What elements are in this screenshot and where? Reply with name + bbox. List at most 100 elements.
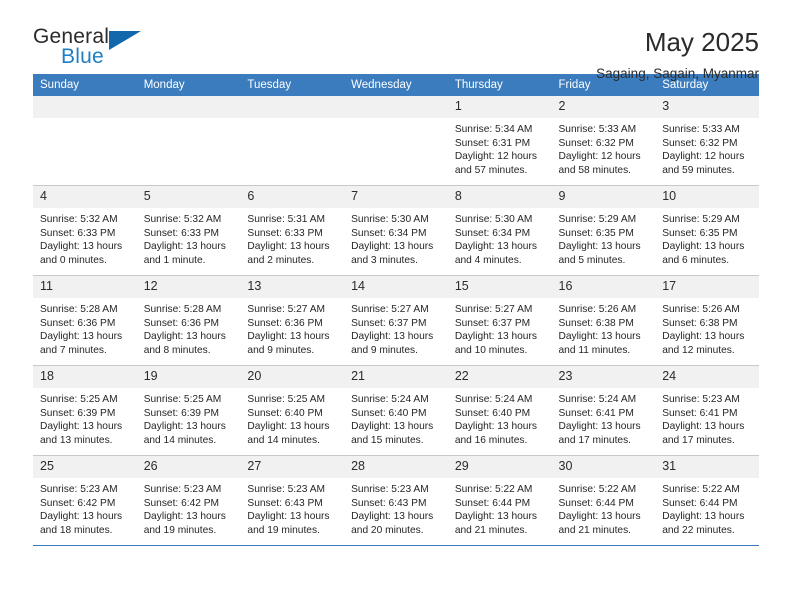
sunrise-text: Sunrise: 5:26 AM: [558, 304, 637, 315]
calendar-day-cell[interactable]: 2 Sunrise: 5:33 AM Sunset: 6:32 PM Daylight…: [551, 96, 656, 186]
calendar-day-cell[interactable]: 4 Sunrise: 5:32 AM Sunset: 6:33 PM Daylight…: [33, 185, 137, 276]
calendar-day-cell[interactable]: 8 Sunrise: 5:30 AM Sunset: 6:34 PM Daylight…: [447, 185, 552, 276]
calendar-table: Sunday Monday Tuesday Wednesday Thursday…: [33, 74, 759, 546]
daylight-text-line2: and 58 minutes.: [558, 164, 632, 176]
daylight-text-line2: and 17 minutes.: [558, 434, 632, 446]
day-cell-inner: [240, 96, 345, 185]
daylight-text-line1: Daylight: 13 hours: [351, 241, 434, 253]
day-cell-inner: 23 Sunrise: 5:24 AM Sunset: 6:41 PM Dayligh…: [551, 366, 656, 455]
day-number: 13: [240, 276, 345, 298]
calendar-day-cell[interactable]: 1 Sunrise: 5:34 AM Sunset: 6:31 PM Daylight…: [447, 96, 552, 186]
weekday-header-thursday: Thursday: [447, 74, 552, 96]
sunrise-text: Sunrise: 5:23 AM: [247, 484, 325, 495]
day-number: 19: [136, 366, 241, 388]
weekday-header-wednesday: Wednesday: [344, 74, 448, 96]
daylight-text-line2: and 0 minutes.: [40, 254, 107, 266]
daylight-text-line2: and 21 minutes.: [558, 524, 632, 536]
day-info: Sunrise: 5:22 AM Sunset: 6:44 PM Daylight:…: [552, 478, 656, 537]
sunset-text: Sunset: 6:31 PM: [454, 137, 531, 149]
day-number: 25: [33, 456, 137, 478]
calendar-day-cell[interactable]: 3 Sunrise: 5:33 AM Sunset: 6:32 PM Daylight…: [655, 96, 759, 186]
brand-logo[interactable]: General Blue: [33, 26, 153, 72]
calendar-day-cell[interactable]: 16 Sunrise: 5:26 AM Sunset: 6:38 PM Dayligh…: [551, 275, 656, 366]
day-cell-inner: [344, 96, 448, 185]
calendar-day-cell[interactable]: 9 Sunrise: 5:29 AM Sunset: 6:35 PM Daylight…: [551, 185, 656, 276]
calendar-day-cell[interactable]: 18 Sunrise: 5:25 AM Sunset: 6:39 PM Dayligh…: [33, 365, 137, 456]
day-cell-inner: 30 Sunrise: 5:22 AM Sunset: 6:44 PM Dayligh…: [551, 456, 656, 545]
daylight-text-line1: Daylight: 13 hours: [40, 421, 123, 433]
day-cell-inner: 18 Sunrise: 5:25 AM Sunset: 6:39 PM Dayligh…: [33, 366, 137, 455]
day-number: 20: [240, 366, 345, 388]
day-cell-inner: 21 Sunrise: 5:24 AM Sunset: 6:40 PM Dayligh…: [344, 366, 448, 455]
sunrise-text: Sunrise: 5:22 AM: [558, 484, 637, 495]
title-block: May 2025 Sagaing, Sagain, Myanmar: [596, 26, 759, 83]
sunrise-text: Sunrise: 5:34 AM: [454, 124, 533, 135]
day-info: Sunrise: 5:28 AM Sunset: 6:36 PM Daylight:…: [33, 298, 137, 357]
day-number: [344, 96, 448, 118]
daylight-text-line1: Daylight: 13 hours: [143, 331, 226, 343]
daylight-text-line2: and 10 minutes.: [454, 344, 528, 356]
calendar-day-cell[interactable]: 14 Sunrise: 5:27 AM Sunset: 6:37 PM Dayligh…: [344, 275, 448, 366]
day-info: Sunrise: 5:27 AM Sunset: 6:37 PM Daylight:…: [448, 298, 552, 357]
sunset-text: Sunset: 6:40 PM: [454, 407, 531, 419]
daylight-text-line1: Daylight: 13 hours: [558, 241, 641, 253]
daylight-text-line1: Daylight: 13 hours: [247, 241, 330, 253]
sunrise-text: Sunrise: 5:25 AM: [247, 394, 325, 405]
daylight-text-line2: and 9 minutes.: [247, 344, 315, 356]
daylight-text-line2: and 18 minutes.: [40, 524, 113, 536]
calendar-day-cell[interactable]: 12 Sunrise: 5:28 AM Sunset: 6:36 PM Dayligh…: [136, 275, 241, 366]
calendar-day-cell[interactable]: 22 Sunrise: 5:24 AM Sunset: 6:40 PM Dayligh…: [447, 365, 552, 456]
daylight-text-line2: and 5 minutes.: [558, 254, 626, 266]
calendar-day-cell[interactable]: 7 Sunrise: 5:30 AM Sunset: 6:34 PM Daylight…: [344, 185, 448, 276]
daylight-text-line2: and 20 minutes.: [351, 524, 424, 536]
day-info: Sunrise: 5:23 AM Sunset: 6:42 PM Daylight:…: [137, 478, 241, 537]
calendar-day-cell[interactable]: 29 Sunrise: 5:22 AM Sunset: 6:44 PM Dayligh…: [447, 455, 552, 546]
calendar-day-cell[interactable]: 11 Sunrise: 5:28 AM Sunset: 6:36 PM Dayligh…: [33, 275, 137, 366]
sunrise-text: Sunrise: 5:24 AM: [558, 394, 637, 405]
calendar-day-cell[interactable]: 25 Sunrise: 5:23 AM Sunset: 6:42 PM Dayligh…: [33, 455, 137, 546]
calendar-day-cell[interactable]: 15 Sunrise: 5:27 AM Sunset: 6:37 PM Dayligh…: [447, 275, 552, 366]
calendar-day-cell[interactable]: 10 Sunrise: 5:29 AM Sunset: 6:35 PM Dayligh…: [655, 185, 759, 276]
calendar-day-cell[interactable]: 27 Sunrise: 5:23 AM Sunset: 6:43 PM Dayligh…: [240, 455, 345, 546]
sunset-text: Sunset: 6:41 PM: [558, 407, 634, 419]
calendar-day-cell[interactable]: 31 Sunrise: 5:22 AM Sunset: 6:44 PM Dayligh…: [655, 455, 759, 546]
daylight-text-line2: and 22 minutes.: [662, 524, 735, 536]
calendar-day-cell[interactable]: 26 Sunrise: 5:23 AM Sunset: 6:42 PM Dayligh…: [136, 455, 241, 546]
day-info: Sunrise: 5:29 AM Sunset: 6:35 PM Daylight:…: [655, 208, 759, 267]
day-number: 7: [344, 186, 448, 208]
calendar-day-cell[interactable]: 30 Sunrise: 5:22 AM Sunset: 6:44 PM Dayligh…: [551, 455, 656, 546]
weekday-header-monday: Monday: [136, 74, 241, 96]
day-cell-inner: 5 Sunrise: 5:32 AM Sunset: 6:33 PM Daylight…: [136, 186, 241, 275]
sunset-text: Sunset: 6:39 PM: [40, 407, 116, 419]
day-info: Sunrise: 5:22 AM Sunset: 6:44 PM Daylight:…: [448, 478, 552, 537]
sunrise-text: Sunrise: 5:24 AM: [351, 394, 429, 405]
daylight-text-line2: and 1 minute.: [143, 254, 206, 266]
calendar-day-cell[interactable]: 20 Sunrise: 5:25 AM Sunset: 6:40 PM Dayligh…: [240, 365, 345, 456]
sunrise-text: Sunrise: 5:32 AM: [143, 214, 222, 225]
calendar-day-cell[interactable]: 21 Sunrise: 5:24 AM Sunset: 6:40 PM Dayligh…: [344, 365, 448, 456]
daylight-text-line1: Daylight: 13 hours: [351, 511, 434, 523]
sunset-text: Sunset: 6:35 PM: [662, 227, 738, 239]
calendar-day-cell[interactable]: 23 Sunrise: 5:24 AM Sunset: 6:41 PM Dayligh…: [551, 365, 656, 456]
sunrise-text: Sunrise: 5:23 AM: [662, 394, 740, 405]
day-cell-inner: 26 Sunrise: 5:23 AM Sunset: 6:42 PM Dayligh…: [136, 456, 241, 545]
day-number: 31: [655, 456, 759, 478]
daylight-text-line1: Daylight: 12 hours: [454, 151, 537, 163]
day-cell-inner: 16 Sunrise: 5:26 AM Sunset: 6:38 PM Dayligh…: [551, 276, 656, 365]
daylight-text-line2: and 14 minutes.: [143, 434, 217, 446]
calendar-cell-empty: [344, 96, 448, 186]
calendar-day-cell[interactable]: 19 Sunrise: 5:25 AM Sunset: 6:39 PM Dayligh…: [136, 365, 241, 456]
sunset-text: Sunset: 6:37 PM: [351, 317, 427, 329]
calendar-day-cell[interactable]: 28 Sunrise: 5:23 AM Sunset: 6:43 PM Dayligh…: [344, 455, 448, 546]
calendar-day-cell[interactable]: 5 Sunrise: 5:32 AM Sunset: 6:33 PM Daylight…: [136, 185, 241, 276]
calendar-day-cell[interactable]: 6 Sunrise: 5:31 AM Sunset: 6:33 PM Daylight…: [240, 185, 345, 276]
day-number: 2: [551, 96, 656, 118]
calendar-day-cell[interactable]: 13 Sunrise: 5:27 AM Sunset: 6:36 PM Dayligh…: [240, 275, 345, 366]
sunrise-text: Sunrise: 5:23 AM: [40, 484, 118, 495]
daylight-text-line2: and 19 minutes.: [143, 524, 217, 536]
calendar-day-cell[interactable]: 17 Sunrise: 5:26 AM Sunset: 6:38 PM Dayligh…: [655, 275, 759, 366]
calendar-day-cell[interactable]: 24 Sunrise: 5:23 AM Sunset: 6:41 PM Dayligh…: [655, 365, 759, 456]
day-number: 27: [240, 456, 345, 478]
sunrise-text: Sunrise: 5:33 AM: [558, 124, 637, 135]
sunset-text: Sunset: 6:41 PM: [662, 407, 738, 419]
